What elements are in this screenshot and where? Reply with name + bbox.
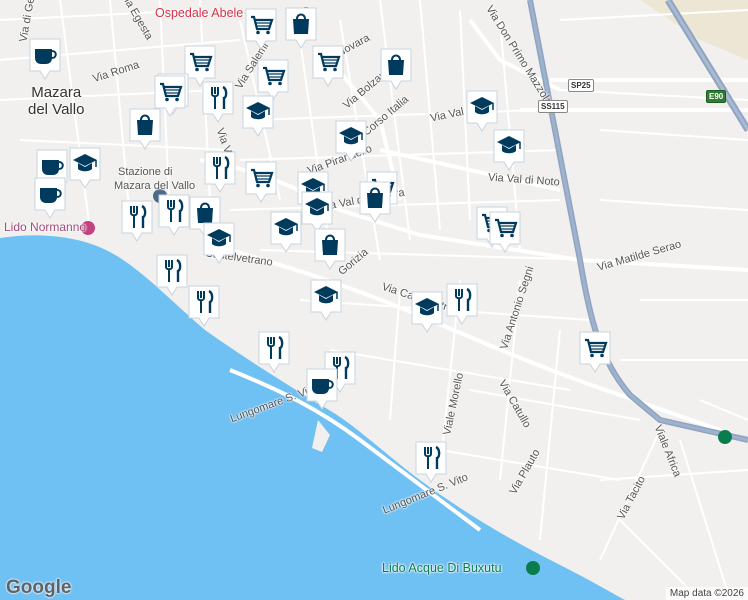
marker-restaurant[interactable] <box>187 284 221 328</box>
normanno-label[interactable]: Lido Normanno <box>4 220 86 234</box>
school-icon <box>69 147 101 189</box>
fork-icon <box>258 331 290 373</box>
marker-cafe[interactable] <box>33 176 67 220</box>
city-label: Mazara del Vallo <box>28 84 84 118</box>
marker-school[interactable] <box>309 278 343 322</box>
fork-icon <box>415 441 447 483</box>
city-label-line1: Mazara <box>31 84 82 101</box>
cafe-icon <box>29 38 61 80</box>
fork-icon <box>156 254 188 296</box>
fork-icon <box>202 81 234 123</box>
marker-store[interactable] <box>128 107 162 151</box>
lido-acque-label[interactable]: Lido Acque Di Buxutu <box>382 561 502 575</box>
marker-restaurant[interactable] <box>445 282 479 326</box>
marker-school[interactable] <box>241 94 275 138</box>
marker-grocery[interactable] <box>244 160 278 204</box>
google-logo[interactable]: Google <box>6 577 71 599</box>
marker-restaurant[interactable] <box>257 330 291 374</box>
cart-icon <box>312 45 344 87</box>
station-label-1: Stazione di <box>118 166 173 178</box>
marker-grocery[interactable] <box>311 44 345 88</box>
marker-restaurant[interactable] <box>414 440 448 484</box>
station-label-2: Mazara del Vallo <box>114 180 196 192</box>
marker-school[interactable] <box>465 89 499 133</box>
city-label-line2: del Vallo <box>28 101 85 118</box>
lido-pin <box>526 561 540 575</box>
marker-school[interactable] <box>492 128 526 172</box>
hospital-label[interactable]: Ospedale Abele <box>155 6 243 20</box>
marker-store[interactable] <box>313 227 347 271</box>
school-icon <box>466 90 498 132</box>
marker-cafe[interactable] <box>305 367 339 411</box>
fork-icon <box>204 151 236 193</box>
marker-grocery[interactable] <box>578 330 612 374</box>
cart-icon <box>489 211 521 253</box>
road-shield-ss115: SS115 <box>538 100 568 113</box>
school-icon <box>411 291 443 333</box>
marker-store[interactable] <box>358 180 392 224</box>
school-icon <box>242 95 274 137</box>
bag-icon <box>129 108 161 150</box>
marker-school[interactable] <box>334 119 368 163</box>
cart-icon <box>579 331 611 373</box>
marker-restaurant[interactable] <box>201 80 235 124</box>
road-shield-e90: E90 <box>706 90 727 103</box>
school-icon <box>270 211 302 253</box>
park-pin <box>718 430 732 444</box>
marker-restaurant[interactable] <box>157 193 191 237</box>
marker-restaurant[interactable] <box>155 253 189 297</box>
marker-school[interactable] <box>68 146 102 190</box>
school-icon <box>493 129 525 171</box>
fork-icon <box>446 283 478 325</box>
fork-icon <box>188 285 220 327</box>
cafe-icon <box>34 177 66 219</box>
marker-grocery[interactable] <box>244 7 278 51</box>
school-icon <box>310 279 342 321</box>
cart-icon <box>245 161 277 203</box>
cafe-icon <box>306 368 338 410</box>
marker-store[interactable] <box>379 47 413 91</box>
marker-grocery[interactable] <box>488 210 522 254</box>
road-shield-sp25: SP25 <box>568 79 594 92</box>
fork-icon <box>158 194 190 236</box>
fork-icon <box>121 200 153 242</box>
bag-icon <box>380 48 412 90</box>
marker-cafe[interactable] <box>28 37 62 81</box>
marker-school[interactable] <box>202 221 236 265</box>
bag-icon <box>314 228 346 270</box>
cart-icon <box>245 8 277 50</box>
bag-icon <box>359 181 391 223</box>
school-icon <box>335 120 367 162</box>
map-data-credit[interactable]: Map data ©2026 <box>665 587 748 600</box>
marker-school[interactable] <box>269 210 303 254</box>
school-icon <box>203 222 235 264</box>
marker-restaurant[interactable] <box>203 150 237 194</box>
marker-school[interactable] <box>410 290 444 334</box>
marker-restaurant[interactable] <box>120 199 154 243</box>
